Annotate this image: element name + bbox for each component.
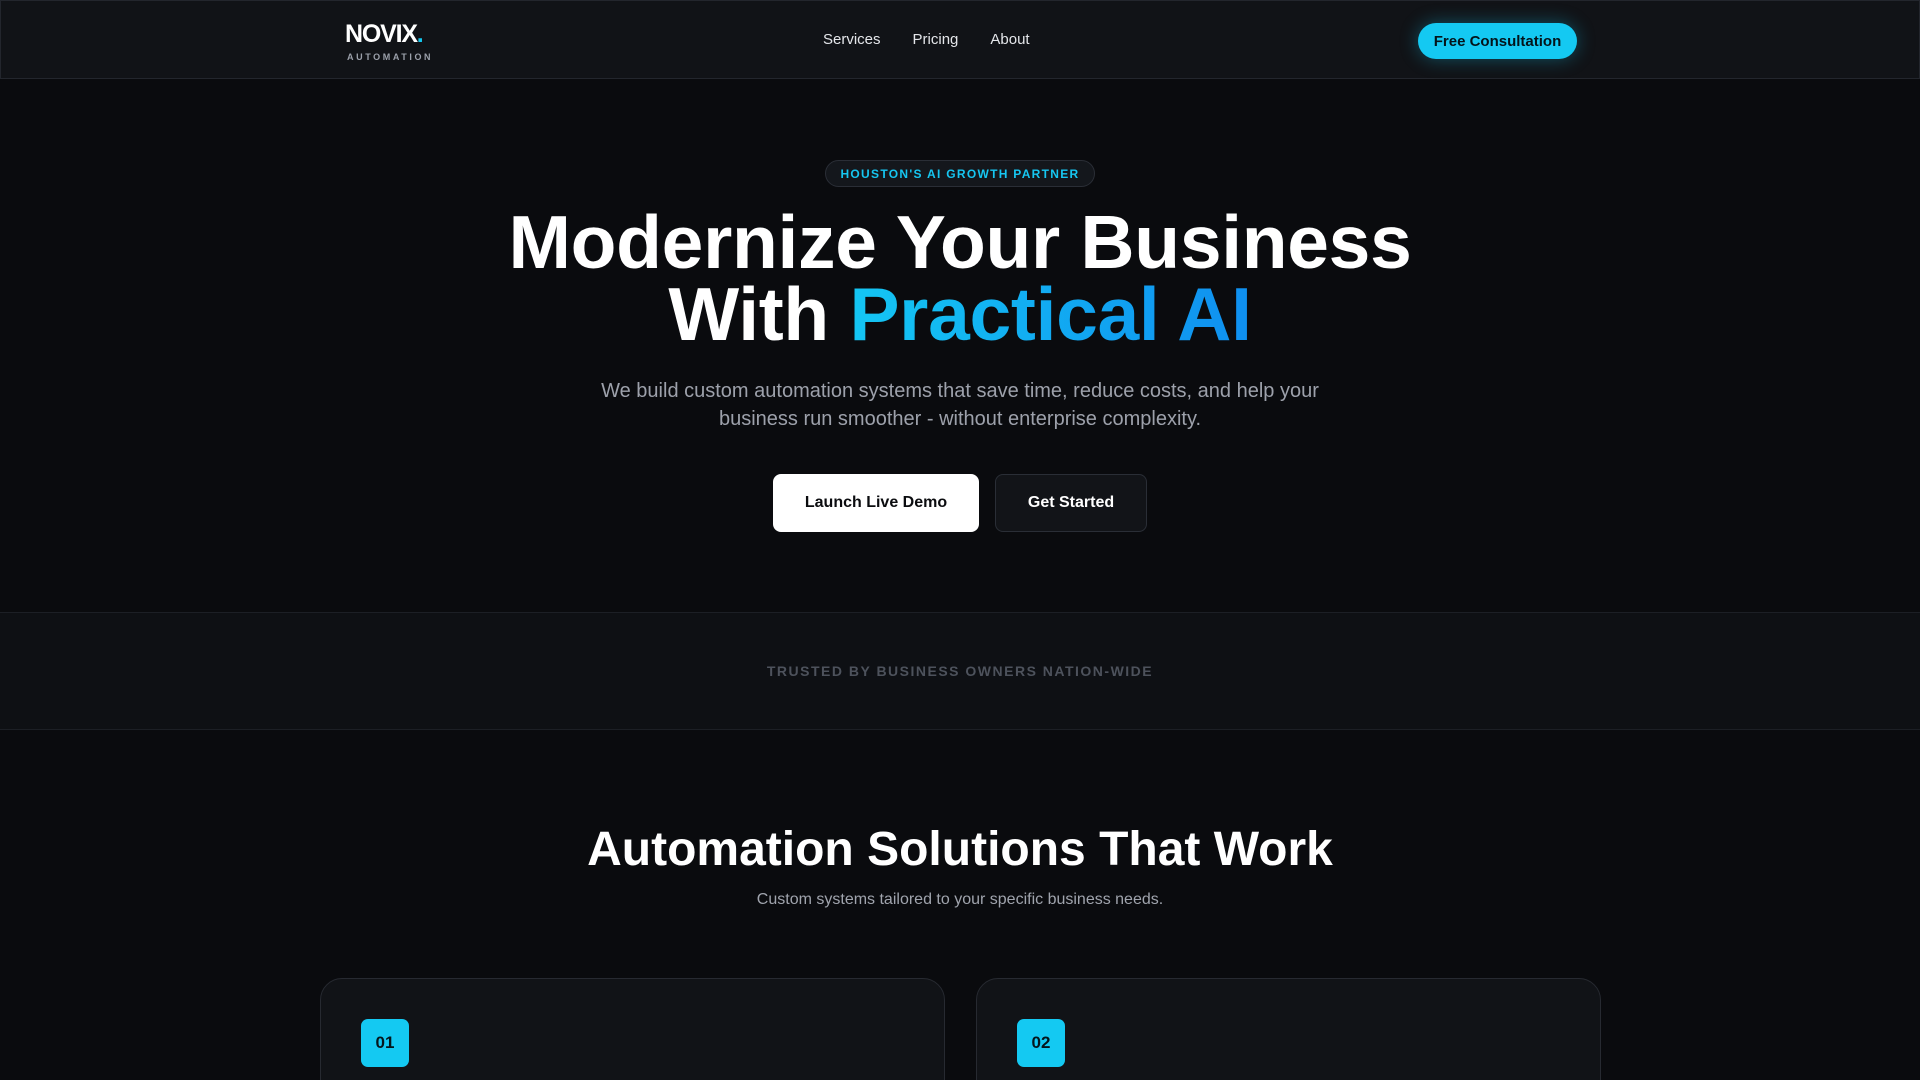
hero-title-line2-prefix: With <box>668 272 850 356</box>
solution-card: 01 <box>320 978 945 1080</box>
get-started-button[interactable]: Get Started <box>995 474 1147 532</box>
nav-link-about[interactable]: About <box>990 31 1029 48</box>
site-header: NOVIX. AUTOMATION Services Pricing About… <box>0 0 1920 79</box>
hero-title-accent: Practical AI <box>849 272 1252 356</box>
logo[interactable]: NOVIX. AUTOMATION <box>345 19 433 62</box>
logo-subtitle: AUTOMATION <box>347 52 434 62</box>
solutions-subtitle: Custom systems tailored to your specific… <box>756 891 1164 908</box>
hero-subtitle: We build custom automation systems that … <box>601 380 1319 430</box>
card-number-badge: 02 <box>1017 1019 1065 1067</box>
nav-link-services[interactable]: Services <box>823 31 881 48</box>
card-number-badge: 01 <box>361 1019 409 1067</box>
hero-badge: HOUSTON'S AI GROWTH PARTNER <box>825 160 1095 187</box>
logo-wordmark: NOVIX. <box>345 20 424 48</box>
hero-title: Modernize Your Business With Practical A… <box>0 205 1920 352</box>
trusted-strip: TRUSTED BY BUSINESS OWNERS NATION-WIDE <box>0 612 1920 730</box>
launch-live-demo-button[interactable]: Launch Live Demo <box>773 474 979 532</box>
nav-link-pricing[interactable]: Pricing <box>913 31 959 48</box>
trusted-text: TRUSTED BY BUSINESS OWNERS NATION-WIDE <box>766 663 1154 679</box>
solutions-title: Automation Solutions That Work <box>587 823 1333 876</box>
solution-card: 02 <box>976 978 1601 1080</box>
logo-dot: . <box>416 20 424 48</box>
main-nav: Services Pricing About <box>823 31 1030 48</box>
free-consultation-button[interactable]: Free Consultation <box>1418 23 1577 59</box>
